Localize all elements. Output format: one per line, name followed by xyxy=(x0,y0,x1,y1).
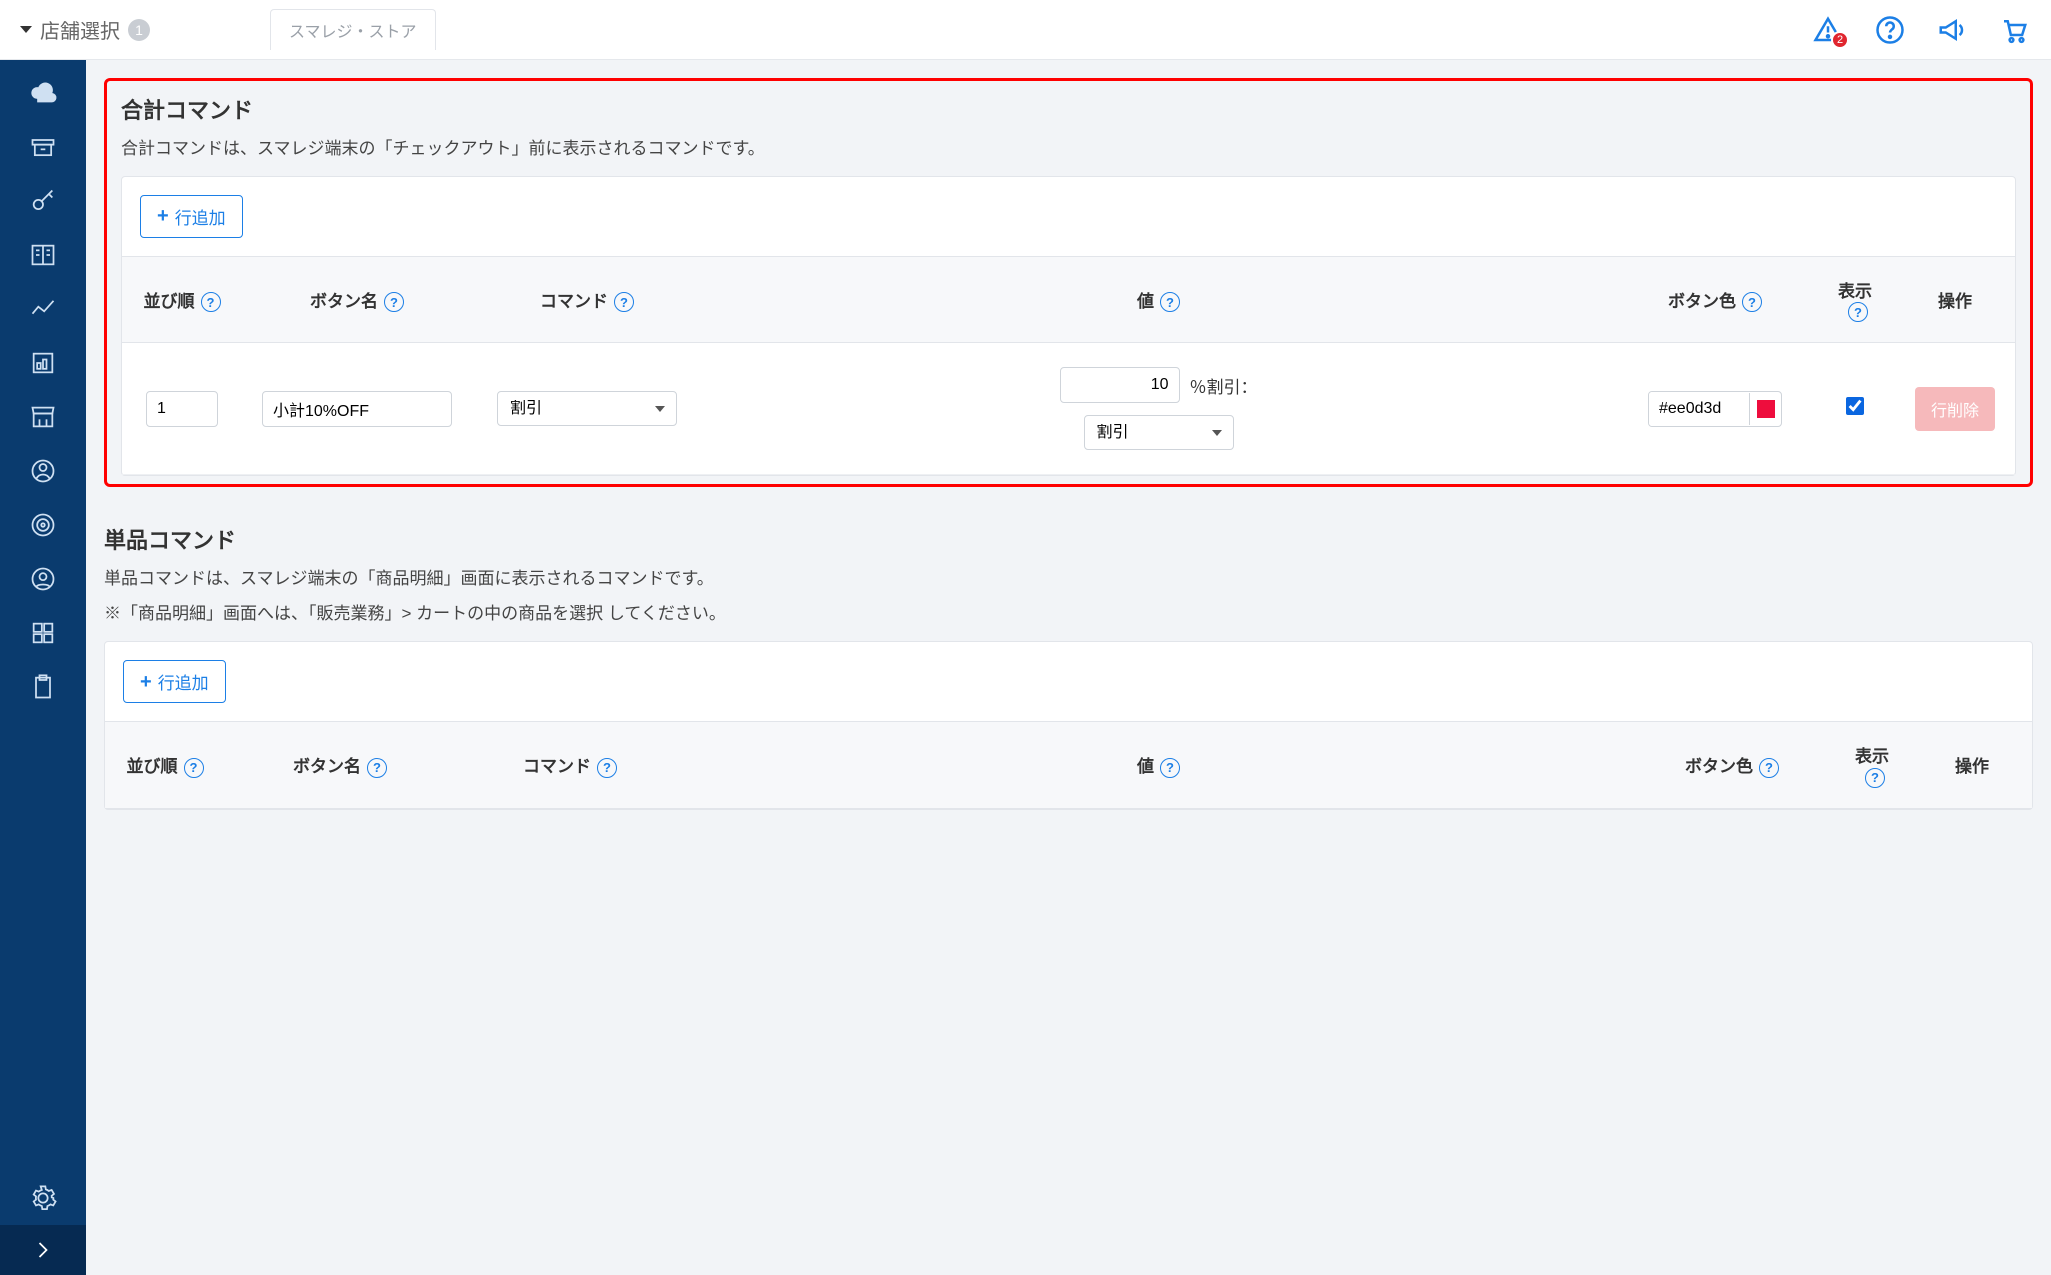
button-name-input[interactable] xyxy=(262,391,452,427)
help-icon[interactable]: ? xyxy=(367,758,387,778)
sidebar-item-store[interactable] xyxy=(0,390,86,444)
value-unit-label: ％割引： xyxy=(1190,373,1258,398)
add-row-label: 行追加 xyxy=(158,669,209,694)
help-icon[interactable]: ? xyxy=(1848,302,1868,322)
th-value: 値 xyxy=(1137,292,1154,311)
th-order: 並び順 xyxy=(144,292,195,311)
single-panel: + 行追加 並び順? ボタン名? コマンド? 値? ボタン色? 表示? 操 xyxy=(104,641,2033,810)
total-section-title: 合計コマンド xyxy=(121,93,2016,125)
color-input-group xyxy=(1648,391,1782,427)
sidebar-item-report[interactable] xyxy=(0,336,86,390)
th-value: 値 xyxy=(1137,757,1154,776)
single-section-title: 単品コマンド xyxy=(104,523,2033,555)
top-tab[interactable]: スマレジ・ストア xyxy=(270,9,436,50)
sidebar-item-clipboard[interactable] xyxy=(0,660,86,714)
sidebar-item-grid[interactable] xyxy=(0,606,86,660)
tab-label: スマレジ・ストア xyxy=(270,9,436,50)
command-select[interactable]: 割引 xyxy=(497,391,677,426)
plus-icon: + xyxy=(157,206,169,226)
help-icon[interactable]: ? xyxy=(1160,292,1180,312)
sidebar-item-book[interactable] xyxy=(0,228,86,282)
single-add-row-button[interactable]: + 行追加 xyxy=(123,660,226,703)
help-icon[interactable]: ? xyxy=(1865,768,1885,788)
cart-icon[interactable] xyxy=(1997,13,2031,47)
add-row-label: 行追加 xyxy=(175,204,226,229)
sidebar-item-cloud[interactable] xyxy=(0,66,86,120)
announcement-icon[interactable] xyxy=(1935,13,1969,47)
value-number-input[interactable] xyxy=(1060,367,1180,403)
store-count-badge: 1 xyxy=(128,19,150,41)
help-icon[interactable]: ? xyxy=(1160,758,1180,778)
sidebar-expand-toggle[interactable] xyxy=(0,1225,86,1275)
single-command-table: 並び順? ボタン名? コマンド? 値? ボタン色? 表示? 操作 xyxy=(105,721,2032,809)
show-checkbox[interactable] xyxy=(1846,397,1864,415)
total-command-table: 並び順? ボタン名? コマンド? 値? ボタン色? 表示? 操作 xyxy=(122,256,2015,476)
sidebar-item-profile[interactable] xyxy=(0,552,86,606)
th-color: ボタン色 xyxy=(1668,292,1736,311)
total-add-row-button[interactable]: + 行追加 xyxy=(140,195,243,238)
single-section-desc1: 単品コマンドは、スマレジ端末の「商品明細」画面に表示されるコマンドです。 xyxy=(104,565,2033,594)
store-select-label: 店舗選択 xyxy=(40,15,120,44)
help-icon[interactable]: ? xyxy=(184,758,204,778)
top-right-icons: 2 xyxy=(1811,13,2031,47)
help-icon[interactable]: ? xyxy=(614,292,634,312)
store-select-dropdown[interactable]: 店舗選択 1 xyxy=(20,15,150,44)
help-icon[interactable]: ? xyxy=(201,292,221,312)
alert-badge: 2 xyxy=(1831,31,1849,49)
order-input[interactable] xyxy=(146,391,218,427)
th-show: 表示 xyxy=(1855,747,1889,766)
th-order: 並び順 xyxy=(127,757,178,776)
help-icon[interactable]: ? xyxy=(597,758,617,778)
help-icon[interactable] xyxy=(1873,13,1907,47)
th-name: ボタン名 xyxy=(310,292,378,311)
total-command-section-highlight: 合計コマンド 合計コマンドは、スマレジ端末の「チェックアウト」前に表示されるコマ… xyxy=(104,78,2033,487)
delete-row-button[interactable]: 行削除 xyxy=(1915,387,1995,431)
th-name: ボタン名 xyxy=(293,757,361,776)
sidebar-item-archive[interactable] xyxy=(0,120,86,174)
th-color: ボタン色 xyxy=(1685,757,1753,776)
single-section-desc2: ※「商品明細」画面へは、「販売業務」> カートの中の商品を選択 してください。 xyxy=(104,600,2033,629)
sidebar-item-user[interactable] xyxy=(0,444,86,498)
sidebar-item-chart[interactable] xyxy=(0,282,86,336)
alert-icon[interactable]: 2 xyxy=(1811,13,1845,47)
help-icon[interactable]: ? xyxy=(1759,758,1779,778)
total-panel: + 行追加 並び順? ボタン名? コマンド? 値? ボタン色? 表示? 操 xyxy=(121,176,2016,477)
value-type-select[interactable]: 割引 xyxy=(1084,415,1234,450)
th-op: 操作 xyxy=(1938,292,1972,311)
th-show: 表示 xyxy=(1838,282,1872,301)
help-icon[interactable]: ? xyxy=(1742,292,1762,312)
help-icon[interactable]: ? xyxy=(384,292,404,312)
sidebar-item-target[interactable] xyxy=(0,498,86,552)
color-swatch-button[interactable] xyxy=(1749,393,1781,425)
th-command: コマンド xyxy=(540,292,608,311)
total-section-desc: 合計コマンドは、スマレジ端末の「チェックアウト」前に表示されるコマンドです。 xyxy=(121,135,2016,164)
content-area: 合計コマンド 合計コマンドは、スマレジ端末の「チェックアウト」前に表示されるコマ… xyxy=(86,60,2051,1275)
topbar: 店舗選択 1 スマレジ・ストア 2 xyxy=(0,0,2051,60)
plus-icon: + xyxy=(140,672,152,692)
th-op: 操作 xyxy=(1955,757,1989,776)
sidebar-item-key[interactable] xyxy=(0,174,86,228)
single-command-section: 単品コマンド 単品コマンドは、スマレジ端末の「商品明細」画面に表示されるコマンド… xyxy=(104,523,2033,809)
th-command: コマンド xyxy=(523,757,591,776)
table-row: 割引 ％割引： xyxy=(122,343,2015,475)
caret-down-icon xyxy=(20,26,32,33)
sidebar xyxy=(0,60,86,1275)
sidebar-item-settings[interactable] xyxy=(0,1171,86,1225)
color-hex-input[interactable] xyxy=(1649,392,1749,426)
